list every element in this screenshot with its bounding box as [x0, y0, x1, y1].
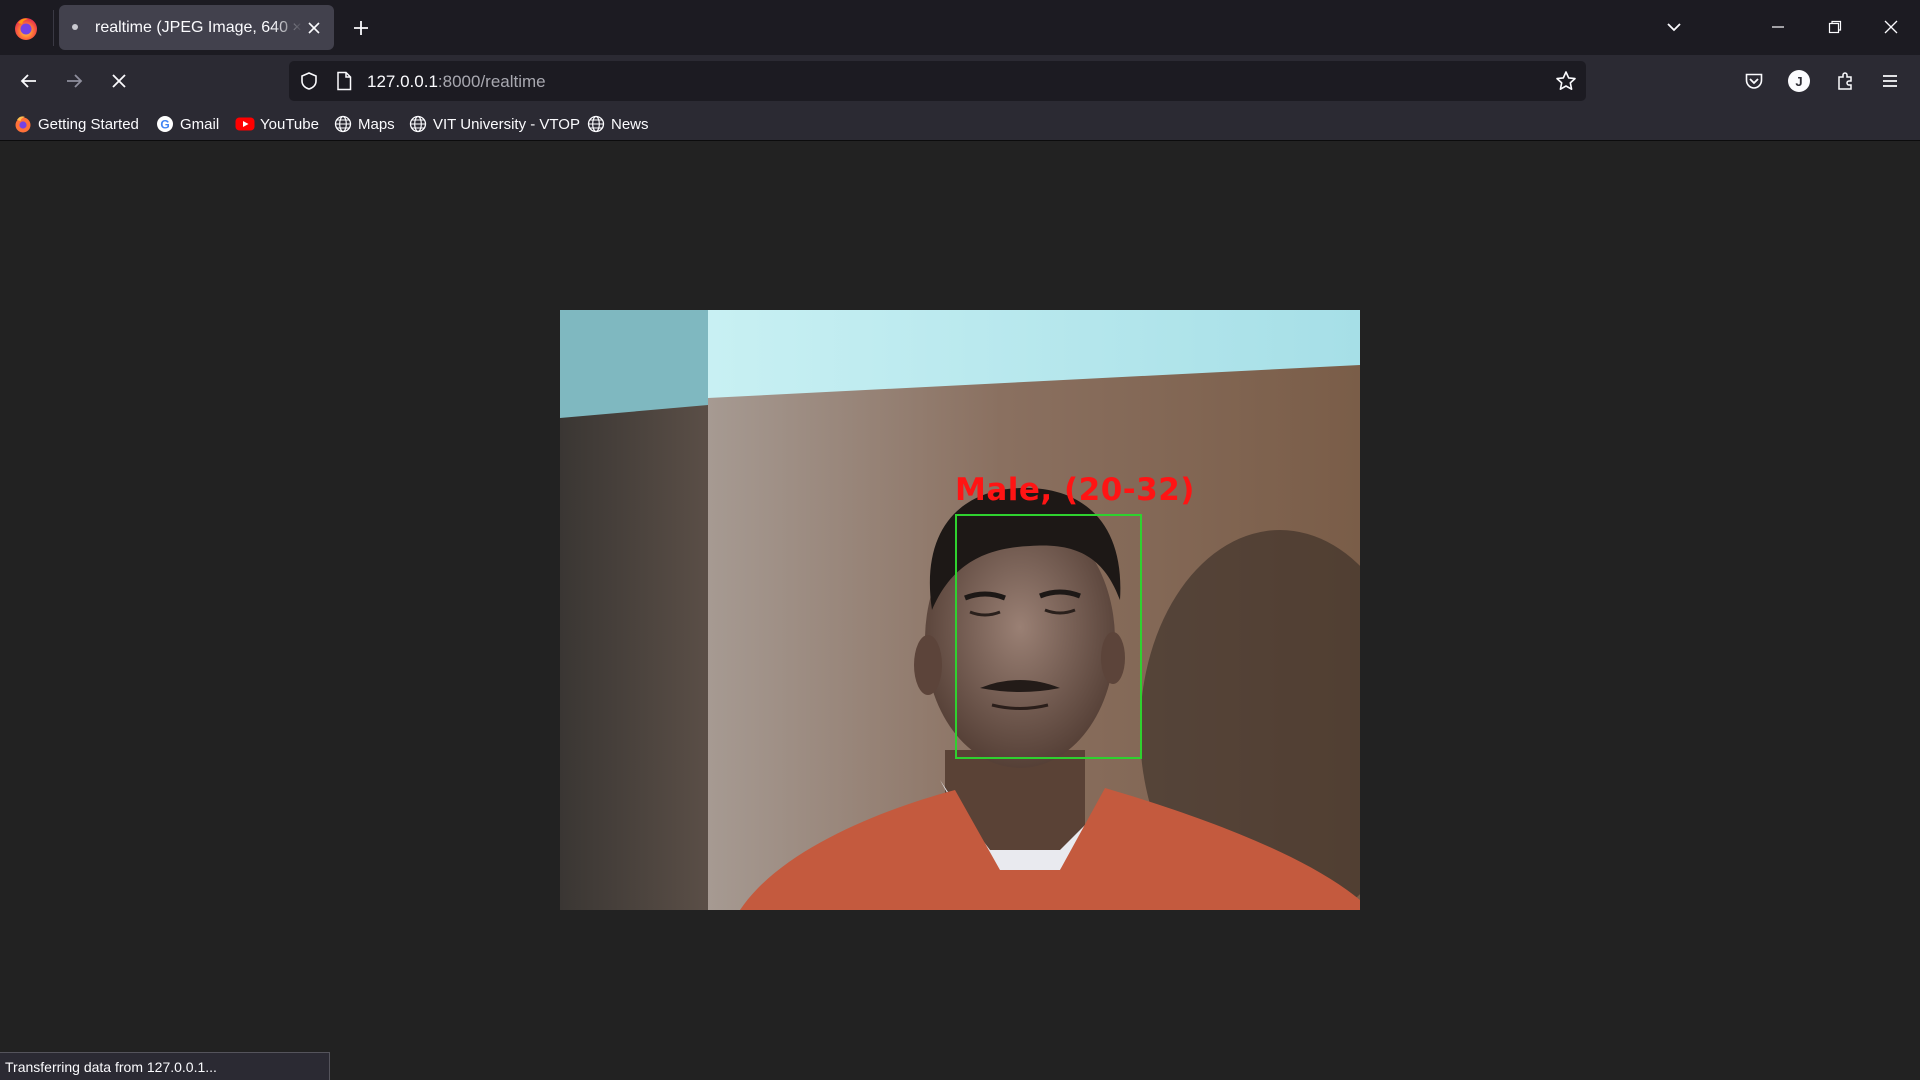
address-bar[interactable]: 127.0.0.1:8000/realtime: [289, 61, 1586, 101]
tab-title: realtime (JPEG Image, 640 × 480 pixels): [95, 19, 303, 36]
pocket-icon: [1745, 73, 1763, 89]
extensions-button[interactable]: [1827, 63, 1863, 99]
arrow-right-icon: [67, 74, 83, 88]
extensions-icon: [1838, 72, 1852, 90]
tab-strip: realtime (JPEG Image, 640 × 480 pixels): [0, 0, 1920, 55]
restore-icon: [1828, 20, 1842, 34]
list-all-tabs-button[interactable]: [1659, 12, 1689, 42]
new-tab-button[interactable]: [346, 13, 376, 43]
hamburger-menu-icon: [1883, 75, 1897, 87]
bookmark-label: News: [611, 115, 649, 133]
globe-icon: [586, 114, 606, 134]
account-button[interactable]: J: [1781, 63, 1817, 99]
webcam-image[interactable]: Male, (20-32): [560, 310, 1360, 910]
bookmark-label: Gmail: [180, 115, 220, 133]
tab-realtime[interactable]: realtime (JPEG Image, 640 × 480 pixels): [59, 5, 334, 50]
arrow-left-icon: [20, 74, 36, 88]
page-content: Male, (20-32): [0, 141, 1920, 1080]
youtube-icon: [235, 114, 255, 134]
globe-icon: [408, 114, 428, 134]
bookmark-label: YouTube: [260, 115, 319, 133]
bookmark-gmail[interactable]: G Gmail: [155, 112, 219, 136]
url-text[interactable]: 127.0.0.1:8000/realtime: [367, 72, 546, 92]
stop-x-icon: [112, 74, 126, 88]
tab-divider: [53, 10, 54, 46]
restore-button[interactable]: [1815, 12, 1855, 42]
account-avatar-icon: J: [1788, 70, 1810, 92]
chevron-down-icon: [1667, 23, 1681, 32]
page-icon[interactable]: [332, 69, 356, 93]
close-icon[interactable]: [304, 18, 324, 38]
pocket-button[interactable]: [1736, 63, 1772, 99]
svg-text:G: G: [160, 118, 169, 132]
tracking-protection-shield-icon[interactable]: [297, 69, 321, 93]
globe-icon: [333, 114, 353, 134]
bookmark-vit-university-vtop[interactable]: VIT University - VTOP: [408, 112, 580, 136]
bookmark-getting-started[interactable]: Getting Started: [13, 112, 139, 136]
bookmark-maps[interactable]: Maps: [333, 112, 395, 136]
bookmark-youtube[interactable]: YouTube: [235, 112, 319, 136]
url-path: :8000/realtime: [437, 72, 546, 91]
forward-button[interactable]: [56, 63, 92, 99]
application-menu-button[interactable]: [1872, 63, 1908, 99]
back-button[interactable]: [11, 63, 47, 99]
url-host: 127.0.0.1: [367, 72, 438, 91]
close-window-button[interactable]: [1871, 12, 1911, 42]
bookmark-news[interactable]: News: [586, 112, 649, 136]
firefox-icon[interactable]: [12, 14, 40, 42]
tab-loading-dot-icon: [72, 24, 78, 30]
bookmark-label: VIT University - VTOP: [433, 115, 580, 133]
minimize-icon: [1772, 26, 1784, 28]
close-icon: [1884, 20, 1898, 34]
bookmark-label: Getting Started: [38, 115, 139, 133]
face-detection-box: [955, 514, 1142, 759]
minimize-button[interactable]: [1758, 12, 1798, 42]
detection-label: Male, (20-32): [955, 472, 1195, 508]
google-icon: G: [155, 114, 175, 134]
bookmark-label: Maps: [358, 115, 395, 133]
firefox-icon: [13, 114, 33, 134]
bookmarks-toolbar: Getting Started G Gmail YouTube Maps VIT…: [0, 107, 1920, 141]
star-outline-icon[interactable]: [1554, 69, 1578, 93]
navigation-toolbar: 127.0.0.1:8000/realtime J: [0, 55, 1920, 107]
stop-button[interactable]: [101, 63, 137, 99]
plus-icon: [354, 21, 368, 35]
status-panel: Transferring data from 127.0.0.1...: [0, 1052, 330, 1080]
